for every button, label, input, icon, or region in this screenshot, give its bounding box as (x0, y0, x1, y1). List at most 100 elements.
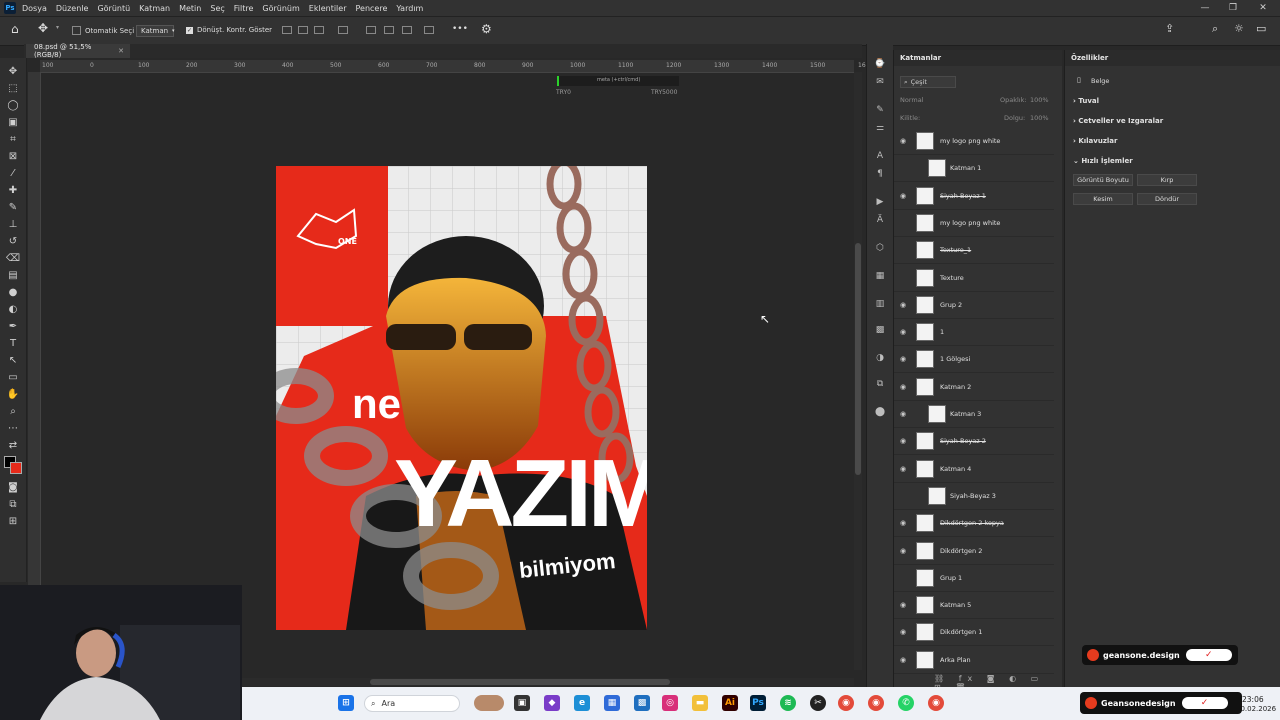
3d-panel-icon[interactable]: ⬡ (874, 242, 886, 254)
illustrator-icon[interactable]: Ai (722, 695, 738, 711)
visibility-eye-icon[interactable]: ◉ (900, 547, 908, 555)
properties-title[interactable]: Özellikler (1071, 54, 1108, 62)
more-tools-icon[interactable]: ⋯ (5, 421, 21, 435)
align-bottom-icon[interactable] (402, 26, 412, 34)
eyedropper-icon[interactable]: ⁄ (5, 166, 21, 180)
trim-button[interactable]: Kesim (1073, 193, 1133, 205)
visibility-eye-icon[interactable]: ◉ (900, 601, 908, 609)
layer-filter-select[interactable]: ⌕ Çeşit (900, 76, 956, 88)
generative-icon[interactable]: ⊞ (5, 514, 21, 528)
marquee-tool-icon[interactable]: ⬚ (5, 81, 21, 95)
libraries-panel-icon[interactable]: ⧉ (874, 378, 886, 390)
zoom-tool-icon[interactable]: ⌕ (5, 404, 21, 418)
crop-button[interactable]: Kırp (1137, 174, 1197, 186)
layer-row[interactable]: ◉ Katman 4 (894, 456, 1054, 483)
gradients-panel-icon[interactable]: ▥ (874, 298, 886, 310)
layer-row[interactable]: ◉ Arka Plan (894, 647, 1054, 674)
menu-window[interactable]: Pencere (356, 4, 388, 13)
layer-row[interactable]: ◉ Katman 5 (894, 592, 1054, 620)
visibility-eye-icon[interactable]: ◉ (900, 383, 908, 391)
task-view-icon[interactable]: ▣ (514, 695, 530, 711)
visibility-eye-icon[interactable] (900, 274, 908, 282)
visibility-eye-icon[interactable]: ◉ (900, 301, 908, 309)
visibility-eye-icon[interactable]: ◉ (900, 628, 908, 636)
dodge-tool-icon[interactable]: ◐ (5, 302, 21, 316)
patterns-panel-icon[interactable]: ▩ (874, 324, 886, 336)
screen-mode-icon[interactable]: ⧉ (5, 497, 21, 511)
photos-icon[interactable]: ▩ (634, 695, 650, 711)
layer-row[interactable]: Texture_1 (894, 237, 1054, 265)
eraser-icon[interactable]: ⌫ (5, 251, 21, 265)
layer-row[interactable]: ◉ Dikdörtgen 1 (894, 619, 1054, 647)
move-tool-icon[interactable]: ✥ (38, 21, 48, 35)
layer-row[interactable]: ◉ Siyah-Beyaz 1 (894, 183, 1054, 210)
distribute-icon[interactable] (338, 26, 348, 34)
history-brush-icon[interactable]: ↺ (5, 234, 21, 248)
windows-start-icon[interactable]: ⊞ (338, 695, 354, 711)
menu-file[interactable]: Dosya (22, 4, 47, 13)
gradient-tool-icon[interactable]: ▤ (5, 268, 21, 282)
vertical-scrollbar-thumb[interactable] (855, 243, 861, 475)
layer-row[interactable]: Grup 1 (894, 565, 1054, 592)
path-select-icon[interactable]: ↖ (5, 353, 21, 367)
visibility-eye-icon[interactable] (900, 574, 908, 582)
menu-plugins[interactable]: Eklentiler (309, 4, 347, 13)
gear-icon[interactable]: ⚙ (481, 22, 492, 36)
comments-panel-icon[interactable]: ✉ (874, 76, 886, 88)
chrome-profile-icon[interactable]: ◉ (868, 695, 884, 711)
visibility-eye-icon[interactable]: ◉ (900, 328, 908, 336)
visibility-eye-icon[interactable] (900, 246, 908, 254)
spotify-icon[interactable]: ≋ (780, 695, 796, 711)
visibility-eye-icon[interactable] (900, 492, 908, 500)
styles-panel-icon[interactable]: ⬤ (874, 406, 886, 418)
crop-tool-icon[interactable]: ⌗ (5, 132, 21, 146)
lasso-tool-icon[interactable]: ◯ (5, 98, 21, 112)
section-canvas[interactable]: › Tuval (1073, 97, 1099, 105)
photoshop-app-icon[interactable]: Ps (4, 2, 16, 14)
menu-edit[interactable]: Düzenle (56, 4, 89, 13)
menu-layer[interactable]: Katman (139, 4, 170, 13)
edge-icon[interactable]: e (574, 695, 590, 711)
object-select-icon[interactable]: ▣ (5, 115, 21, 129)
capcut-icon[interactable]: ✂ (810, 695, 826, 711)
layer-row[interactable]: my logo png white (894, 210, 1054, 237)
visibility-eye-icon[interactable]: ◉ (900, 437, 908, 445)
layer-row[interactable]: ◉ 1 (894, 319, 1054, 347)
menu-image[interactable]: Görüntü (97, 4, 130, 13)
photoshop-taskbar-icon[interactable]: Ps (750, 695, 766, 711)
horizontal-scrollbar-thumb[interactable] (370, 679, 670, 685)
whatsapp-icon[interactable]: ✆ (898, 695, 914, 711)
history-panel-icon[interactable]: ⌚ (874, 58, 886, 70)
chrome-alt-icon[interactable]: ◉ (928, 695, 944, 711)
share-icon[interactable]: ⇪ (1165, 22, 1174, 35)
menu-view[interactable]: Görünüm (262, 4, 299, 13)
move-tool-icon[interactable]: ✥ (5, 64, 21, 78)
menu-filter[interactable]: Filtre (234, 4, 254, 13)
brush-tool-icon[interactable]: ✎ (5, 200, 21, 214)
align-top-icon[interactable] (366, 26, 376, 34)
align-center-icon[interactable] (298, 26, 308, 34)
visibility-eye-icon[interactable]: ◉ (900, 656, 908, 664)
layer-row[interactable]: Texture (894, 265, 1054, 292)
chevron-down-icon[interactable]: ▾ (56, 24, 59, 31)
image-size-button[interactable]: Görüntü Boyutu (1073, 174, 1133, 186)
home-icon[interactable]: ⌂ (11, 22, 19, 36)
layers-panel-title[interactable]: Katmanlar (900, 54, 941, 62)
visibility-eye-icon[interactable]: ◉ (900, 410, 908, 418)
section-quick-actions[interactable]: ⌄ Hızlı İşlemler (1073, 157, 1133, 165)
document-artboard[interactable]: ONE ne YAZIM bilmiyom (276, 166, 647, 630)
section-rulers-grids[interactable]: › Cetveller ve Izgaralar (1073, 117, 1163, 125)
more-options-icon[interactable]: ••• (452, 24, 468, 34)
rotate-button[interactable]: Döndür (1137, 193, 1197, 205)
layer-row[interactable]: ◉ Dikdörtgen 2 kopya (894, 510, 1054, 538)
taskbar-search[interactable]: ⌕ Ara (364, 695, 460, 712)
widgets-icon[interactable] (474, 695, 504, 711)
layer-row[interactable]: ◉ Katman 3 (894, 401, 1054, 428)
menu-select[interactable]: Seç (210, 4, 224, 13)
section-guides[interactable]: › Kılavuzlar (1073, 137, 1117, 145)
store-icon[interactable]: ▦ (604, 695, 620, 711)
pen-tool-icon[interactable]: ✒ (5, 319, 21, 333)
layer-row[interactable]: ◉ Grup 2 (894, 292, 1054, 319)
layer-row[interactable]: ◉ Siyah-Beyaz 2 (894, 428, 1054, 456)
menu-help[interactable]: Yardım (396, 4, 423, 13)
